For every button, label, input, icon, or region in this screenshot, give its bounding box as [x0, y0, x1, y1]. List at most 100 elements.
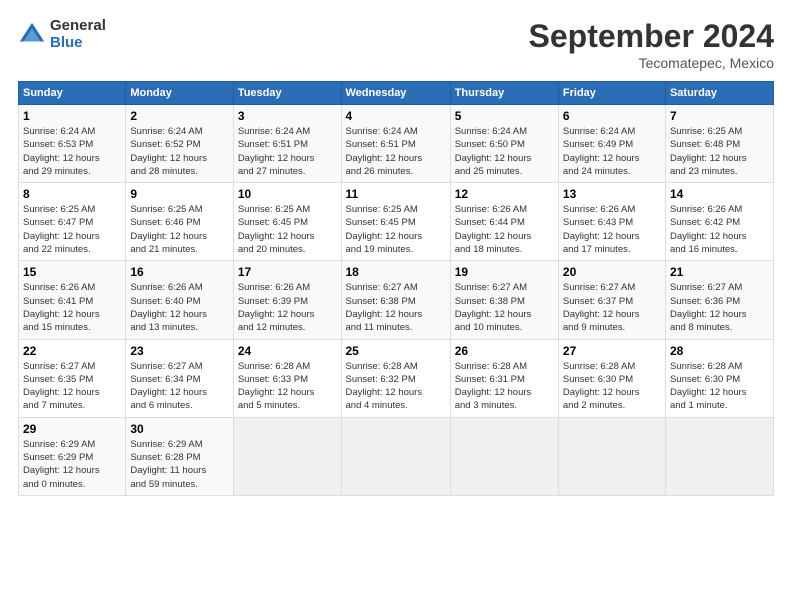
day-number: 13 — [563, 187, 661, 201]
column-header-thursday: Thursday — [450, 82, 558, 105]
calendar-day-cell: 3 Sunrise: 6:24 AMSunset: 6:51 PMDaylight… — [233, 105, 341, 183]
title-block: September 2024 Tecomatepec, Mexico — [529, 18, 774, 71]
calendar-day-cell: 26Sunrise: 6:28 AMSunset: 6:31 PMDayligh… — [450, 339, 558, 417]
day-number: 29 — [23, 422, 121, 436]
calendar-day-cell — [558, 417, 665, 495]
day-number: 3 — [238, 109, 337, 123]
calendar-day-cell: 24 Sunrise: 6:28 AMSunset: 6:33 PMDayligh… — [233, 339, 341, 417]
day-number: 22 — [23, 344, 121, 358]
day-number: 5 — [455, 109, 554, 123]
day-number: 7 — [670, 109, 769, 123]
day-info: Sunrise: 6:25 AMSunset: 6:46 PMDaylight:… — [130, 203, 228, 256]
day-info: Sunrise: 6:25 AMSunset: 6:45 PMDaylight:… — [238, 203, 337, 256]
day-info: Sunrise: 6:24 AMSunset: 6:49 PMDaylight:… — [563, 125, 661, 178]
day-number: 25 — [346, 344, 446, 358]
day-number: 10 — [238, 187, 337, 201]
calendar-header-row: SundayMondayTuesdayWednesdayThursdayFrid… — [19, 82, 774, 105]
day-info: Sunrise: 6:25 AMSunset: 6:48 PMDaylight:… — [670, 125, 769, 178]
day-info: Sunrise: 6:28 AMSunset: 6:33 PMDaylight:… — [238, 360, 337, 413]
day-number: 4 — [346, 109, 446, 123]
day-info: Sunrise: 6:27 AMSunset: 6:38 PMDaylight:… — [455, 281, 554, 334]
calendar-day-cell: 28 Sunrise: 6:28 AMSunset: 6:30 PMDayligh… — [665, 339, 773, 417]
logo: General Blue — [18, 18, 106, 51]
day-info: Sunrise: 6:26 AMSunset: 6:42 PMDaylight:… — [670, 203, 769, 256]
calendar-day-cell: 18 Sunrise: 6:27 AMSunset: 6:38 PMDayligh… — [341, 261, 450, 339]
day-info: Sunrise: 6:29 AMSunset: 6:29 PMDaylight:… — [23, 438, 121, 491]
day-info: Sunrise: 6:29 AMSunset: 6:28 PMDaylight:… — [130, 438, 228, 491]
day-info: Sunrise: 6:26 AMSunset: 6:39 PMDaylight:… — [238, 281, 337, 334]
day-number: 23 — [130, 344, 228, 358]
day-info: Sunrise: 6:26 AMSunset: 6:43 PMDaylight:… — [563, 203, 661, 256]
calendar-table: SundayMondayTuesdayWednesdayThursdayFrid… — [18, 81, 774, 496]
calendar-day-cell: 10 Sunrise: 6:25 AMSunset: 6:45 PMDayligh… — [233, 183, 341, 261]
calendar-week-row: 8Sunrise: 6:25 AMSunset: 6:47 PMDaylight… — [19, 183, 774, 261]
column-header-wednesday: Wednesday — [341, 82, 450, 105]
calendar-day-cell: 1Sunrise: 6:24 AMSunset: 6:53 PMDaylight… — [19, 105, 126, 183]
day-info: Sunrise: 6:24 AMSunset: 6:50 PMDaylight:… — [455, 125, 554, 178]
day-info: Sunrise: 6:28 AMSunset: 6:30 PMDaylight:… — [670, 360, 769, 413]
calendar-day-cell: 19Sunrise: 6:27 AMSunset: 6:38 PMDayligh… — [450, 261, 558, 339]
day-info: Sunrise: 6:26 AMSunset: 6:41 PMDaylight:… — [23, 281, 121, 334]
calendar-day-cell: 23 Sunrise: 6:27 AMSunset: 6:34 PMDayligh… — [126, 339, 233, 417]
day-info: Sunrise: 6:24 AMSunset: 6:52 PMDaylight:… — [130, 125, 228, 178]
day-info: Sunrise: 6:27 AMSunset: 6:34 PMDaylight:… — [130, 360, 228, 413]
day-number: 9 — [130, 187, 228, 201]
calendar-day-cell: 5 Sunrise: 6:24 AMSunset: 6:50 PMDaylight… — [450, 105, 558, 183]
column-header-saturday: Saturday — [665, 82, 773, 105]
calendar-day-cell: 20 Sunrise: 6:27 AMSunset: 6:37 PMDayligh… — [558, 261, 665, 339]
day-info: Sunrise: 6:24 AMSunset: 6:51 PMDaylight:… — [346, 125, 446, 178]
calendar-day-cell: 7 Sunrise: 6:25 AMSunset: 6:48 PMDaylight… — [665, 105, 773, 183]
calendar-day-cell — [233, 417, 341, 495]
day-number: 24 — [238, 344, 337, 358]
calendar-day-cell — [341, 417, 450, 495]
day-number: 28 — [670, 344, 769, 358]
calendar-day-cell: 25 Sunrise: 6:28 AMSunset: 6:32 PMDayligh… — [341, 339, 450, 417]
column-header-friday: Friday — [558, 82, 665, 105]
column-header-monday: Monday — [126, 82, 233, 105]
calendar-day-cell: 16Sunrise: 6:26 AMSunset: 6:40 PMDayligh… — [126, 261, 233, 339]
day-number: 6 — [563, 109, 661, 123]
day-info: Sunrise: 6:27 AMSunset: 6:37 PMDaylight:… — [563, 281, 661, 334]
day-number: 17 — [238, 265, 337, 279]
day-info: Sunrise: 6:27 AMSunset: 6:38 PMDaylight:… — [346, 281, 446, 334]
calendar-day-cell: 15 Sunrise: 6:26 AMSunset: 6:41 PMDayligh… — [19, 261, 126, 339]
day-number: 15 — [23, 265, 121, 279]
day-number: 18 — [346, 265, 446, 279]
day-info: Sunrise: 6:24 AMSunset: 6:51 PMDaylight:… — [238, 125, 337, 178]
calendar-week-row: 22 Sunrise: 6:27 AMSunset: 6:35 PMDayligh… — [19, 339, 774, 417]
day-info: Sunrise: 6:25 AMSunset: 6:45 PMDaylight:… — [346, 203, 446, 256]
calendar-day-cell: 9 Sunrise: 6:25 AMSunset: 6:46 PMDaylight… — [126, 183, 233, 261]
day-number: 20 — [563, 265, 661, 279]
day-info: Sunrise: 6:28 AMSunset: 6:32 PMDaylight:… — [346, 360, 446, 413]
logo-blue-text: Blue — [50, 35, 106, 52]
calendar-day-cell — [450, 417, 558, 495]
calendar-day-cell — [665, 417, 773, 495]
day-number: 14 — [670, 187, 769, 201]
calendar-day-cell: 22 Sunrise: 6:27 AMSunset: 6:35 PMDayligh… — [19, 339, 126, 417]
day-number: 11 — [346, 187, 446, 201]
logo-text: General Blue — [50, 18, 106, 51]
calendar-day-cell: 17 Sunrise: 6:26 AMSunset: 6:39 PMDayligh… — [233, 261, 341, 339]
day-info: Sunrise: 6:25 AMSunset: 6:47 PMDaylight:… — [23, 203, 121, 256]
day-info: Sunrise: 6:26 AMSunset: 6:40 PMDaylight:… — [130, 281, 228, 334]
calendar-day-cell: 11 Sunrise: 6:25 AMSunset: 6:45 PMDayligh… — [341, 183, 450, 261]
month-title: September 2024 — [529, 18, 774, 55]
day-number: 12 — [455, 187, 554, 201]
calendar-day-cell: 12Sunrise: 6:26 AMSunset: 6:44 PMDayligh… — [450, 183, 558, 261]
day-number: 26 — [455, 344, 554, 358]
day-number: 1 — [23, 109, 121, 123]
calendar-day-cell: 29 Sunrise: 6:29 AMSunset: 6:29 PMDayligh… — [19, 417, 126, 495]
logo-icon — [18, 21, 46, 49]
logo-general-text: General — [50, 18, 106, 35]
calendar-week-row: 15 Sunrise: 6:26 AMSunset: 6:41 PMDayligh… — [19, 261, 774, 339]
calendar-day-cell: 30 Sunrise: 6:29 AMSunset: 6:28 PMDayligh… — [126, 417, 233, 495]
calendar-day-cell: 27Sunrise: 6:28 AMSunset: 6:30 PMDayligh… — [558, 339, 665, 417]
calendar-week-row: 1Sunrise: 6:24 AMSunset: 6:53 PMDaylight… — [19, 105, 774, 183]
day-info: Sunrise: 6:27 AMSunset: 6:35 PMDaylight:… — [23, 360, 121, 413]
calendar-day-cell: 4 Sunrise: 6:24 AMSunset: 6:51 PMDaylight… — [341, 105, 450, 183]
calendar-day-cell: 2Sunrise: 6:24 AMSunset: 6:52 PMDaylight… — [126, 105, 233, 183]
day-number: 30 — [130, 422, 228, 436]
column-header-sunday: Sunday — [19, 82, 126, 105]
column-header-tuesday: Tuesday — [233, 82, 341, 105]
day-number: 27 — [563, 344, 661, 358]
